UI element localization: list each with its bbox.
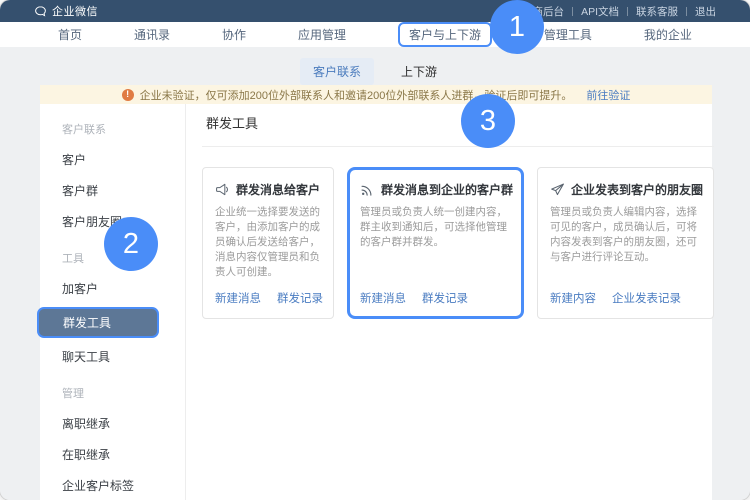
sidebar-item-customer-moments[interactable]: 客户朋友圈 [40,206,185,237]
card-title: 群发消息给客户 [236,181,320,198]
divider [572,7,573,16]
nav-item-management-tools[interactable]: 管理工具 [544,26,592,43]
nav-item-app-management[interactable]: 应用管理 [298,26,346,43]
app-logo: 企业微信 [34,3,98,19]
top-bar: 企业微信 服务商后台 API文档 联系客服 退出 [0,0,750,22]
bulk-send-history-link[interactable]: 群发记录 [277,290,323,306]
new-message-link[interactable]: 新建消息 [215,290,261,306]
sidebar-item-customer-groups[interactable]: 客户群 [40,175,185,206]
card-publish-to-customer-moments[interactable]: 企业发表到客户的朋友圈 管理员或负责人编辑内容，选择可见的客户，成员确认后，可将… [537,167,714,319]
card-header: 企业发表到客户的朋友圈 [550,181,703,198]
service-provider-console-link[interactable]: 服务商后台 [512,4,565,19]
warning-icon: ! [122,89,134,101]
card-bulk-message-to-customer-groups[interactable]: 群发消息到企业的客户群 管理员或负责人统一创建内容，群主收到通知后，可选择他管理… [347,167,524,319]
sidebar-item-customer-tags[interactable]: 企业客户标签 [40,470,185,500]
megaphone-icon [215,182,230,197]
divider [686,7,687,16]
new-content-link[interactable]: 新建内容 [550,290,596,306]
topbar-links: 服务商后台 API文档 联系客服 退出 [512,4,716,19]
card-header: 群发消息给客户 [215,181,323,198]
card-description: 管理员或负责人统一创建内容，群主收到通知后，可选择他管理的客户群并群发。 [360,205,513,250]
notice-text: 企业未验证，仅可添加200位外部联系人和邀请200位外部联系人进群，验证后即可提… [140,87,573,103]
nav-item-customers-upstream-downstream[interactable]: 客户与上下游 [398,22,492,47]
app-title: 企业微信 [52,3,98,19]
nav-item-contacts[interactable]: 通讯录 [134,26,170,43]
paper-plane-icon [550,182,565,197]
content-area: 客户联系 上下游 ! 企业未验证，仅可添加200位外部联系人和邀请200位外部联… [0,47,750,500]
sidebar-item-add-customer[interactable]: 加客户 [40,273,185,304]
card-actions: 新建消息 群发记录 [215,280,323,306]
sidebar: 客户联系 客户 客户群 客户朋友圈 工具 加客户 群发工具 聊天工具 管理 离职… [40,104,186,500]
tool-cards: 群发消息给客户 企业统一选择要发送的客户，由添加客户的成员确认后发送给客户，消息… [202,167,714,319]
card-header: 群发消息到企业的客户群 [360,181,513,198]
card-actions: 新建消息 群发记录 [360,280,513,306]
sub-tabs: 客户联系 上下游 [0,58,750,85]
card-title: 群发消息到企业的客户群 [381,181,513,198]
main-panel: 群发工具 群发消息给客户 企业统一选择要发送的客户，由添加客户的成员确认后发送给… [186,104,736,500]
card-description: 企业统一选择要发送的客户，由添加客户的成员确认后发送给客户，消息内容仅管理员和负… [215,205,323,280]
sidebar-item-resigned-handover[interactable]: 离职继承 [40,408,185,439]
card-description: 管理员或负责人编辑内容，选择可见的客户，成员确认后，可将内容发表到客户的朋友圈，… [550,205,703,265]
sidebar-item-onjob-handover[interactable]: 在职继承 [40,439,185,470]
sidebar-item-chat-tools[interactable]: 聊天工具 [40,341,185,372]
bulk-send-history-link[interactable]: 群发记录 [422,290,468,306]
sidebar-group-management: 管理 [40,372,185,408]
new-message-link[interactable]: 新建消息 [360,290,406,306]
broadcast-icon [360,182,375,197]
tab-upstream-downstream[interactable]: 上下游 [388,58,450,85]
nav-item-home[interactable]: 首页 [58,26,82,43]
api-docs-link[interactable]: API文档 [581,4,619,19]
tab-customer-contact[interactable]: 客户联系 [300,58,374,85]
sidebar-item-bulk-message-tools[interactable]: 群发工具 [37,307,159,338]
chat-bubble-icon [34,5,47,18]
page-title: 群发工具 [202,110,714,147]
card-bulk-message-to-customers[interactable]: 群发消息给客户 企业统一选择要发送的客户，由添加客户的成员确认后发送给客户，消息… [202,167,334,319]
nav-item-collaboration[interactable]: 协作 [222,26,246,43]
sidebar-group-customer-contact: 客户联系 [40,108,185,144]
go-verify-link[interactable]: 前往验证 [586,87,630,103]
logout-link[interactable]: 退出 [695,4,716,19]
verification-notice-bar: ! 企业未验证，仅可添加200位外部联系人和邀请200位外部联系人进群，验证后即… [40,85,712,104]
contact-support-link[interactable]: 联系客服 [636,4,678,19]
divider [627,7,628,16]
sidebar-group-tools: 工具 [40,237,185,273]
app-window: 企业微信 服务商后台 API文档 联系客服 退出 首页 通讯录 协作 应用管理 … [0,0,750,500]
workspace: 客户联系 客户 客户群 客户朋友圈 工具 加客户 群发工具 聊天工具 管理 离职… [40,104,712,500]
card-actions: 新建内容 企业发表记录 [550,280,703,306]
card-title: 企业发表到客户的朋友圈 [571,181,703,198]
nav-item-my-company[interactable]: 我的企业 [644,26,692,43]
company-post-history-link[interactable]: 企业发表记录 [612,290,681,306]
main-nav: 首页 通讯录 协作 应用管理 客户与上下游 管理工具 我的企业 [0,22,750,47]
sidebar-item-customers[interactable]: 客户 [40,144,185,175]
